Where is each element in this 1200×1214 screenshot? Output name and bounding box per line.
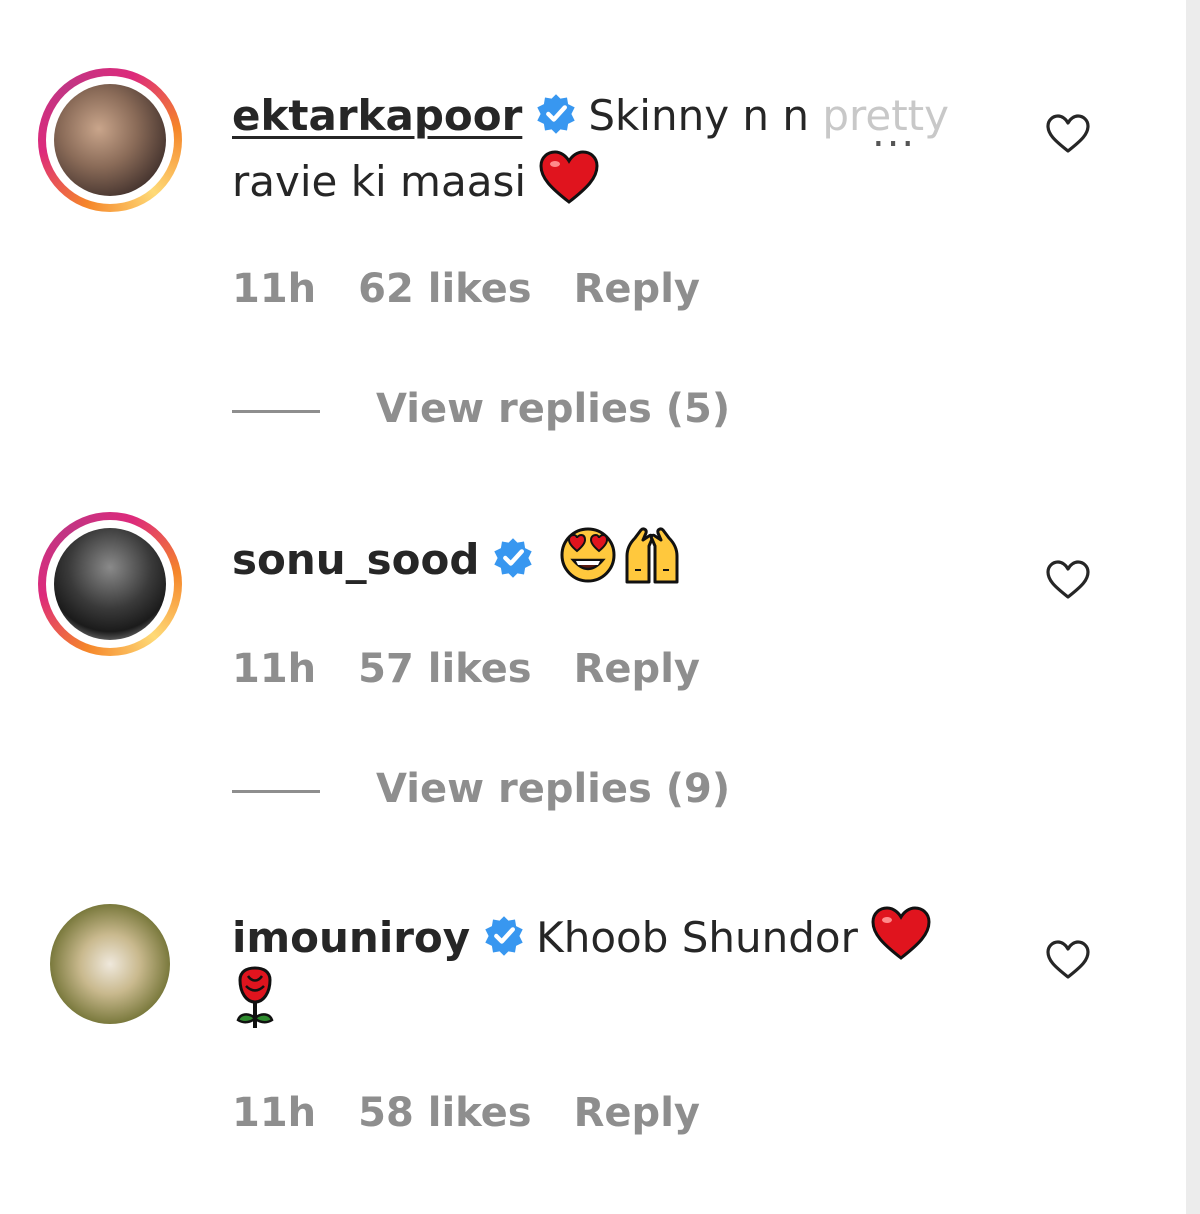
comment-meta: 11h 57 likes Reply	[232, 646, 742, 692]
comment-text-continued: ravie ki maasi	[232, 157, 526, 206]
comment-time: 11h	[232, 1090, 317, 1136]
view-replies-button[interactable]: View replies (9)	[232, 766, 730, 812]
avatar[interactable]	[38, 68, 182, 212]
red-heart-emoji	[871, 906, 931, 980]
heart-eyes-emoji	[559, 526, 617, 602]
scrollbar-track[interactable]	[1186, 0, 1200, 1214]
reply-button[interactable]: Reply	[574, 646, 700, 692]
avatar[interactable]	[38, 512, 182, 656]
like-heart-icon[interactable]	[1044, 936, 1092, 984]
verified-badge-icon	[491, 534, 535, 598]
divider-line	[232, 409, 320, 413]
verified-badge-icon	[534, 90, 578, 154]
red-heart-emoji	[539, 150, 599, 222]
comment-username[interactable]: sonu_sood	[232, 535, 479, 584]
comment-text: Khoob Shundor	[536, 913, 858, 962]
comment-username[interactable]: ektarkapoor	[232, 91, 522, 140]
comment-meta: 11h 62 likes Reply	[232, 266, 742, 312]
view-replies-button[interactable]: View replies (5)	[232, 386, 730, 432]
comment-likes-link[interactable]: 58 likes	[358, 1090, 531, 1136]
comment-first-line: ektarkapoor Skinny n n pretty	[232, 84, 949, 154]
comment-meta: 11h 58 likes Reply	[232, 1090, 742, 1136]
comment-second-line	[232, 966, 278, 1046]
comment-text: Skinny n n	[588, 91, 823, 140]
raising-hands-emoji	[621, 526, 683, 602]
more-options-icon[interactable]: ...	[872, 110, 916, 156]
like-heart-icon[interactable]	[1044, 556, 1092, 604]
comment-likes-link[interactable]: 57 likes	[358, 646, 531, 692]
comment-first-line: imouniroy Khoob Shundor	[232, 906, 931, 980]
like-heart-icon[interactable]	[1044, 110, 1092, 158]
comment-first-line: sonu_sood	[232, 526, 683, 602]
reply-button[interactable]: Reply	[574, 266, 700, 312]
verified-badge-icon	[482, 912, 526, 976]
comment-username[interactable]: imouniroy	[232, 913, 470, 962]
avatar[interactable]	[50, 904, 170, 1024]
view-replies-label: View replies (5)	[376, 386, 731, 432]
comment-second-line: ravie ki maasi	[232, 150, 599, 222]
comment-time: 11h	[232, 646, 317, 692]
comment-time: 11h	[232, 266, 317, 312]
comments-panel: ektarkapoor Skinny n n pretty ... ravie k…	[0, 0, 1200, 1214]
divider-line	[232, 789, 320, 793]
view-replies-label: View replies (9)	[376, 766, 731, 812]
rose-emoji	[232, 966, 278, 1046]
reply-button[interactable]: Reply	[574, 1090, 700, 1136]
comment-likes-link[interactable]: 62 likes	[358, 266, 531, 312]
